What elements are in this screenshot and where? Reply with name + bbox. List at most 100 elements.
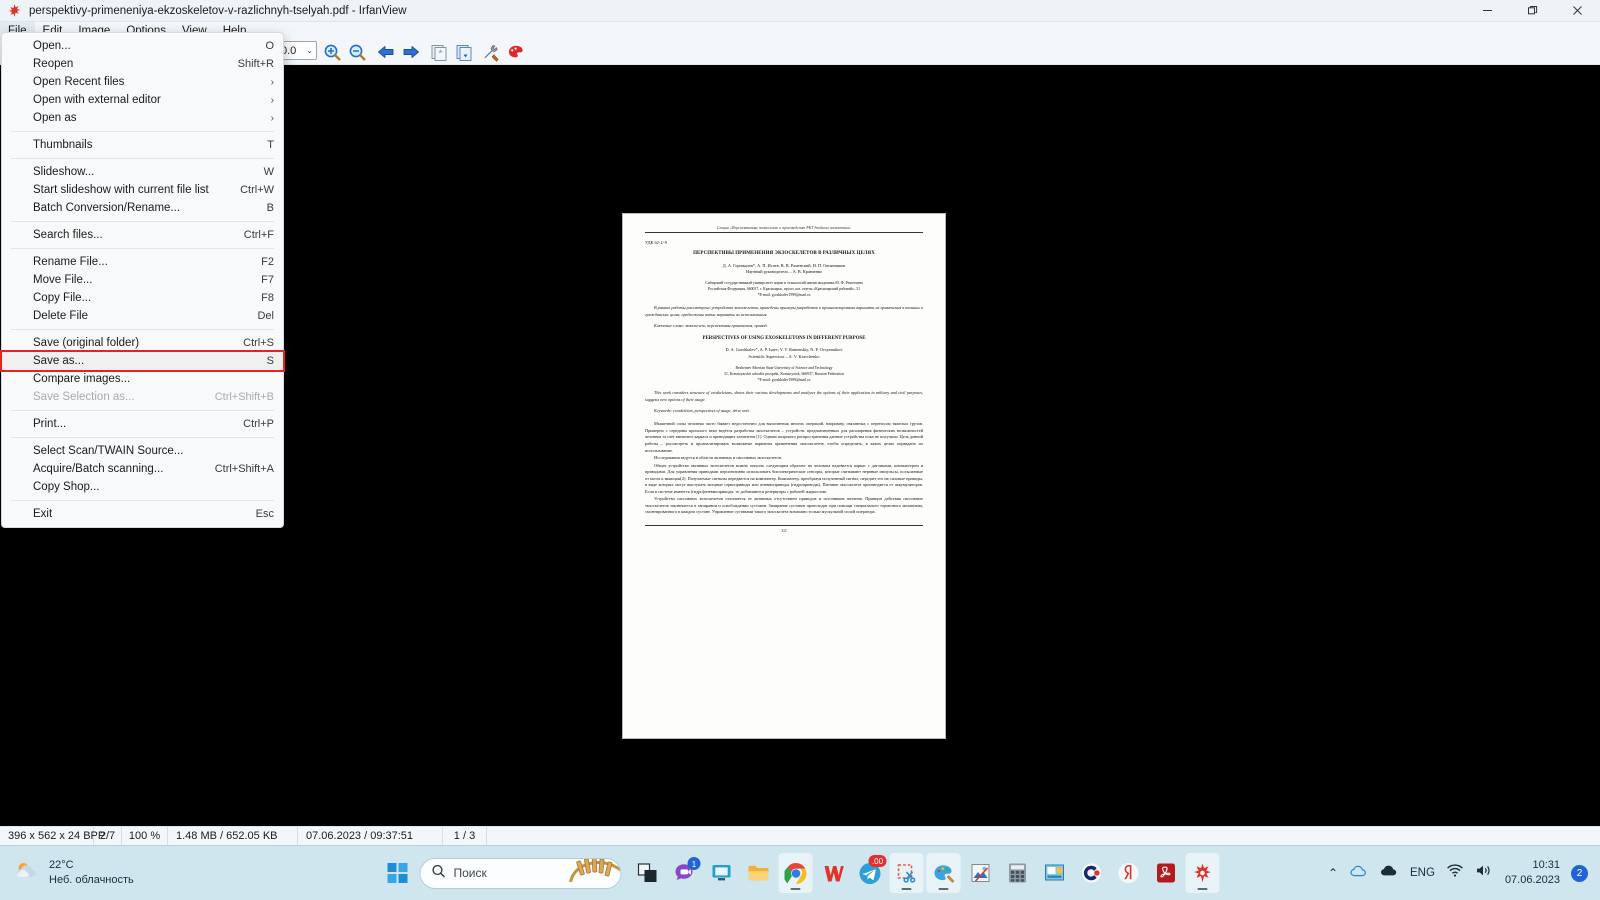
system-tray: ⌃ ENG 10:31 07.06.2023 2 [1328, 858, 1600, 888]
page-footer-rule [645, 524, 923, 526]
google-chrome-icon[interactable] [778, 853, 813, 893]
menu-item-move-file[interactable]: Move File... F7 [2, 271, 283, 289]
running-indicator [1197, 887, 1208, 890]
file-menu-popup: Open... O Reopen Shift+R Open Recent fil… [0, 32, 285, 528]
menu-item-accelerator: T [267, 139, 274, 151]
task-view-icon[interactable] [631, 853, 665, 893]
pdf-page: Секция «Перспективные технологии и произ… [623, 214, 945, 738]
yandex-browser-icon[interactable] [1112, 853, 1146, 893]
cloud-icon[interactable] [1379, 863, 1399, 883]
menu-item-select-scan-twain-source[interactable]: Select Scan/TWAIN Source... [2, 442, 283, 460]
previous-image-icon[interactable] [373, 40, 398, 65]
menu-item-slideshow[interactable]: Slideshow... W [2, 163, 283, 181]
wps-office-icon[interactable] [816, 853, 850, 893]
menu-item-save-original-folder[interactable]: Save (original folder) Ctrl+S [2, 334, 283, 352]
status-file-size: 1.48 MB / 652.05 KB [168, 826, 298, 846]
menu-item-exit[interactable]: Exit Esc [2, 505, 283, 523]
search-decoration-icon [565, 858, 621, 888]
status-page-index: 1 / 3 [443, 826, 487, 846]
menu-item-open-recent-files[interactable]: Open Recent files › [2, 73, 283, 91]
menu-item-label: Search files... [33, 229, 103, 241]
menu-item-compare-images[interactable]: Compare images... [2, 370, 283, 388]
menu-item-open[interactable]: Open... O [2, 37, 283, 55]
maximize-button[interactable] [1510, 0, 1555, 22]
menu-item-accelerator: Ctrl+P [243, 418, 274, 430]
close-button[interactable] [1555, 0, 1600, 22]
menu-item-acquire-batch-scanning[interactable]: Acquire/Batch scanning... Ctrl+Shift+A [2, 460, 283, 478]
supervisor-line-en: Scientific Supervisor – A. V. Kravchenko [748, 353, 820, 359]
chat-teams-icon[interactable]: 1 [668, 853, 702, 893]
menu-item-copy-shop[interactable]: Copy Shop... [2, 478, 283, 496]
status-file-date: 07.06.2023 / 09:37:51 [298, 826, 443, 846]
menu-item-search-files[interactable]: Search files... Ctrl+F [2, 226, 283, 244]
menu-separator [11, 221, 274, 222]
menu-item-open-as[interactable]: Open as › [2, 109, 283, 127]
running-indicator [901, 887, 912, 890]
menu-item-thumbnails[interactable]: Thumbnails T [2, 136, 283, 154]
weather-temperature: 22°C [49, 859, 74, 872]
chevron-right-icon: › [270, 76, 274, 88]
next-image-icon[interactable] [398, 40, 423, 65]
snipping-tool-icon[interactable] [889, 853, 924, 893]
menu-item-label: Move File... [33, 274, 93, 286]
chevron-up-icon[interactable]: ⌃ [1328, 866, 1338, 880]
menu-item-accelerator: Del [257, 310, 274, 322]
telegram-icon[interactable]: .00 [853, 853, 887, 893]
zoom-in-icon[interactable] [320, 40, 345, 65]
first-image-icon[interactable] [426, 40, 451, 65]
window-title: perspektivy-primeneniya-ekzoskeletov-v-r… [29, 4, 407, 17]
document-title-ru: ПЕРСПЕКТИВЫ ПРИМЕНЕНИЯ ЭКЗОСКЕЛЕТОВ В РА… [693, 250, 875, 256]
onedrive-icon[interactable] [1349, 863, 1368, 883]
menu-item-rename-file[interactable]: Rename File... F2 [2, 253, 283, 271]
menu-separator [11, 248, 274, 249]
wifi-icon[interactable] [1446, 863, 1464, 883]
menu-item-accelerator: Shift+R [237, 58, 274, 70]
last-image-icon[interactable] [451, 40, 476, 65]
menu-item-copy-file[interactable]: Copy File... F8 [2, 289, 283, 307]
menu-item-label: Open as [33, 112, 77, 124]
menu-item-accelerator: Ctrl+Shift+B [214, 391, 274, 403]
notification-badge[interactable]: 2 [1571, 864, 1588, 882]
document-affiliation-ru: Сибирский государственный университет на… [645, 281, 923, 298]
remote-desktop-icon[interactable] [705, 853, 739, 893]
menu-item-save-selection-as: Save Selection as... Ctrl+Shift+B [2, 388, 283, 406]
title-bar[interactable]: perspektivy-primeneniya-ekzoskeletov-v-r… [0, 0, 1600, 22]
zoom-out-icon[interactable] [345, 40, 370, 65]
c-app-icon[interactable] [1075, 853, 1109, 893]
paint-icon[interactable] [926, 853, 961, 893]
menu-item-label: Slideshow... [33, 166, 95, 178]
calculator-icon[interactable] [1001, 853, 1035, 893]
menu-item-batch-conversion-rename[interactable]: Batch Conversion/Rename... B [2, 199, 283, 217]
volume-icon[interactable] [1475, 863, 1494, 883]
irfanview-taskbar-icon[interactable] [1185, 853, 1220, 893]
menu-separator [11, 500, 274, 501]
language-indicator[interactable]: ENG [1410, 867, 1435, 879]
chevron-down-icon[interactable]: ⌄ [306, 46, 313, 55]
photo-editor-icon[interactable] [964, 853, 998, 893]
settings-icon[interactable] [479, 40, 504, 65]
weather-widget[interactable]: 22°C Неб. облачность [14, 858, 134, 888]
taskbar-center: Поиск 1 .00 [381, 853, 1220, 893]
file-explorer-icon[interactable] [742, 853, 776, 893]
weather-text: 22°C Неб. облачность [49, 858, 134, 888]
menu-item-reopen[interactable]: Reopen Shift+R [2, 55, 283, 73]
menu-item-accelerator: Esc [255, 508, 274, 520]
menu-item-start-slideshow-with-current-file-list[interactable]: Start slideshow with current file list C… [2, 181, 283, 199]
search-input[interactable]: Поиск [419, 857, 622, 889]
adobe-acrobat-icon[interactable] [1149, 853, 1183, 893]
menu-item-save-as[interactable]: Save as... S [0, 350, 285, 372]
paint-icon[interactable] [504, 40, 529, 65]
presentation-icon[interactable] [1038, 853, 1072, 893]
menu-item-label: Compare images... [33, 373, 131, 385]
minimize-button[interactable] [1465, 0, 1510, 22]
menu-item-label: Open Recent files [33, 76, 125, 88]
menu-item-open-with-external-editor[interactable]: Open with external editor › [2, 91, 283, 109]
email-ru: *E-mail: gorshkalev1999@mail.ru [757, 292, 811, 297]
windows-start-icon[interactable] [381, 853, 415, 893]
clock[interactable]: 10:31 07.06.2023 [1505, 858, 1560, 888]
menu-item-delete-file[interactable]: Delete File Del [2, 307, 283, 325]
menu-item-print[interactable]: Print... Ctrl+P [2, 415, 283, 433]
weather-description: Неб. облачность [49, 874, 134, 886]
menu-separator [11, 410, 274, 411]
menu-item-label: Select Scan/TWAIN Source... [33, 445, 184, 457]
